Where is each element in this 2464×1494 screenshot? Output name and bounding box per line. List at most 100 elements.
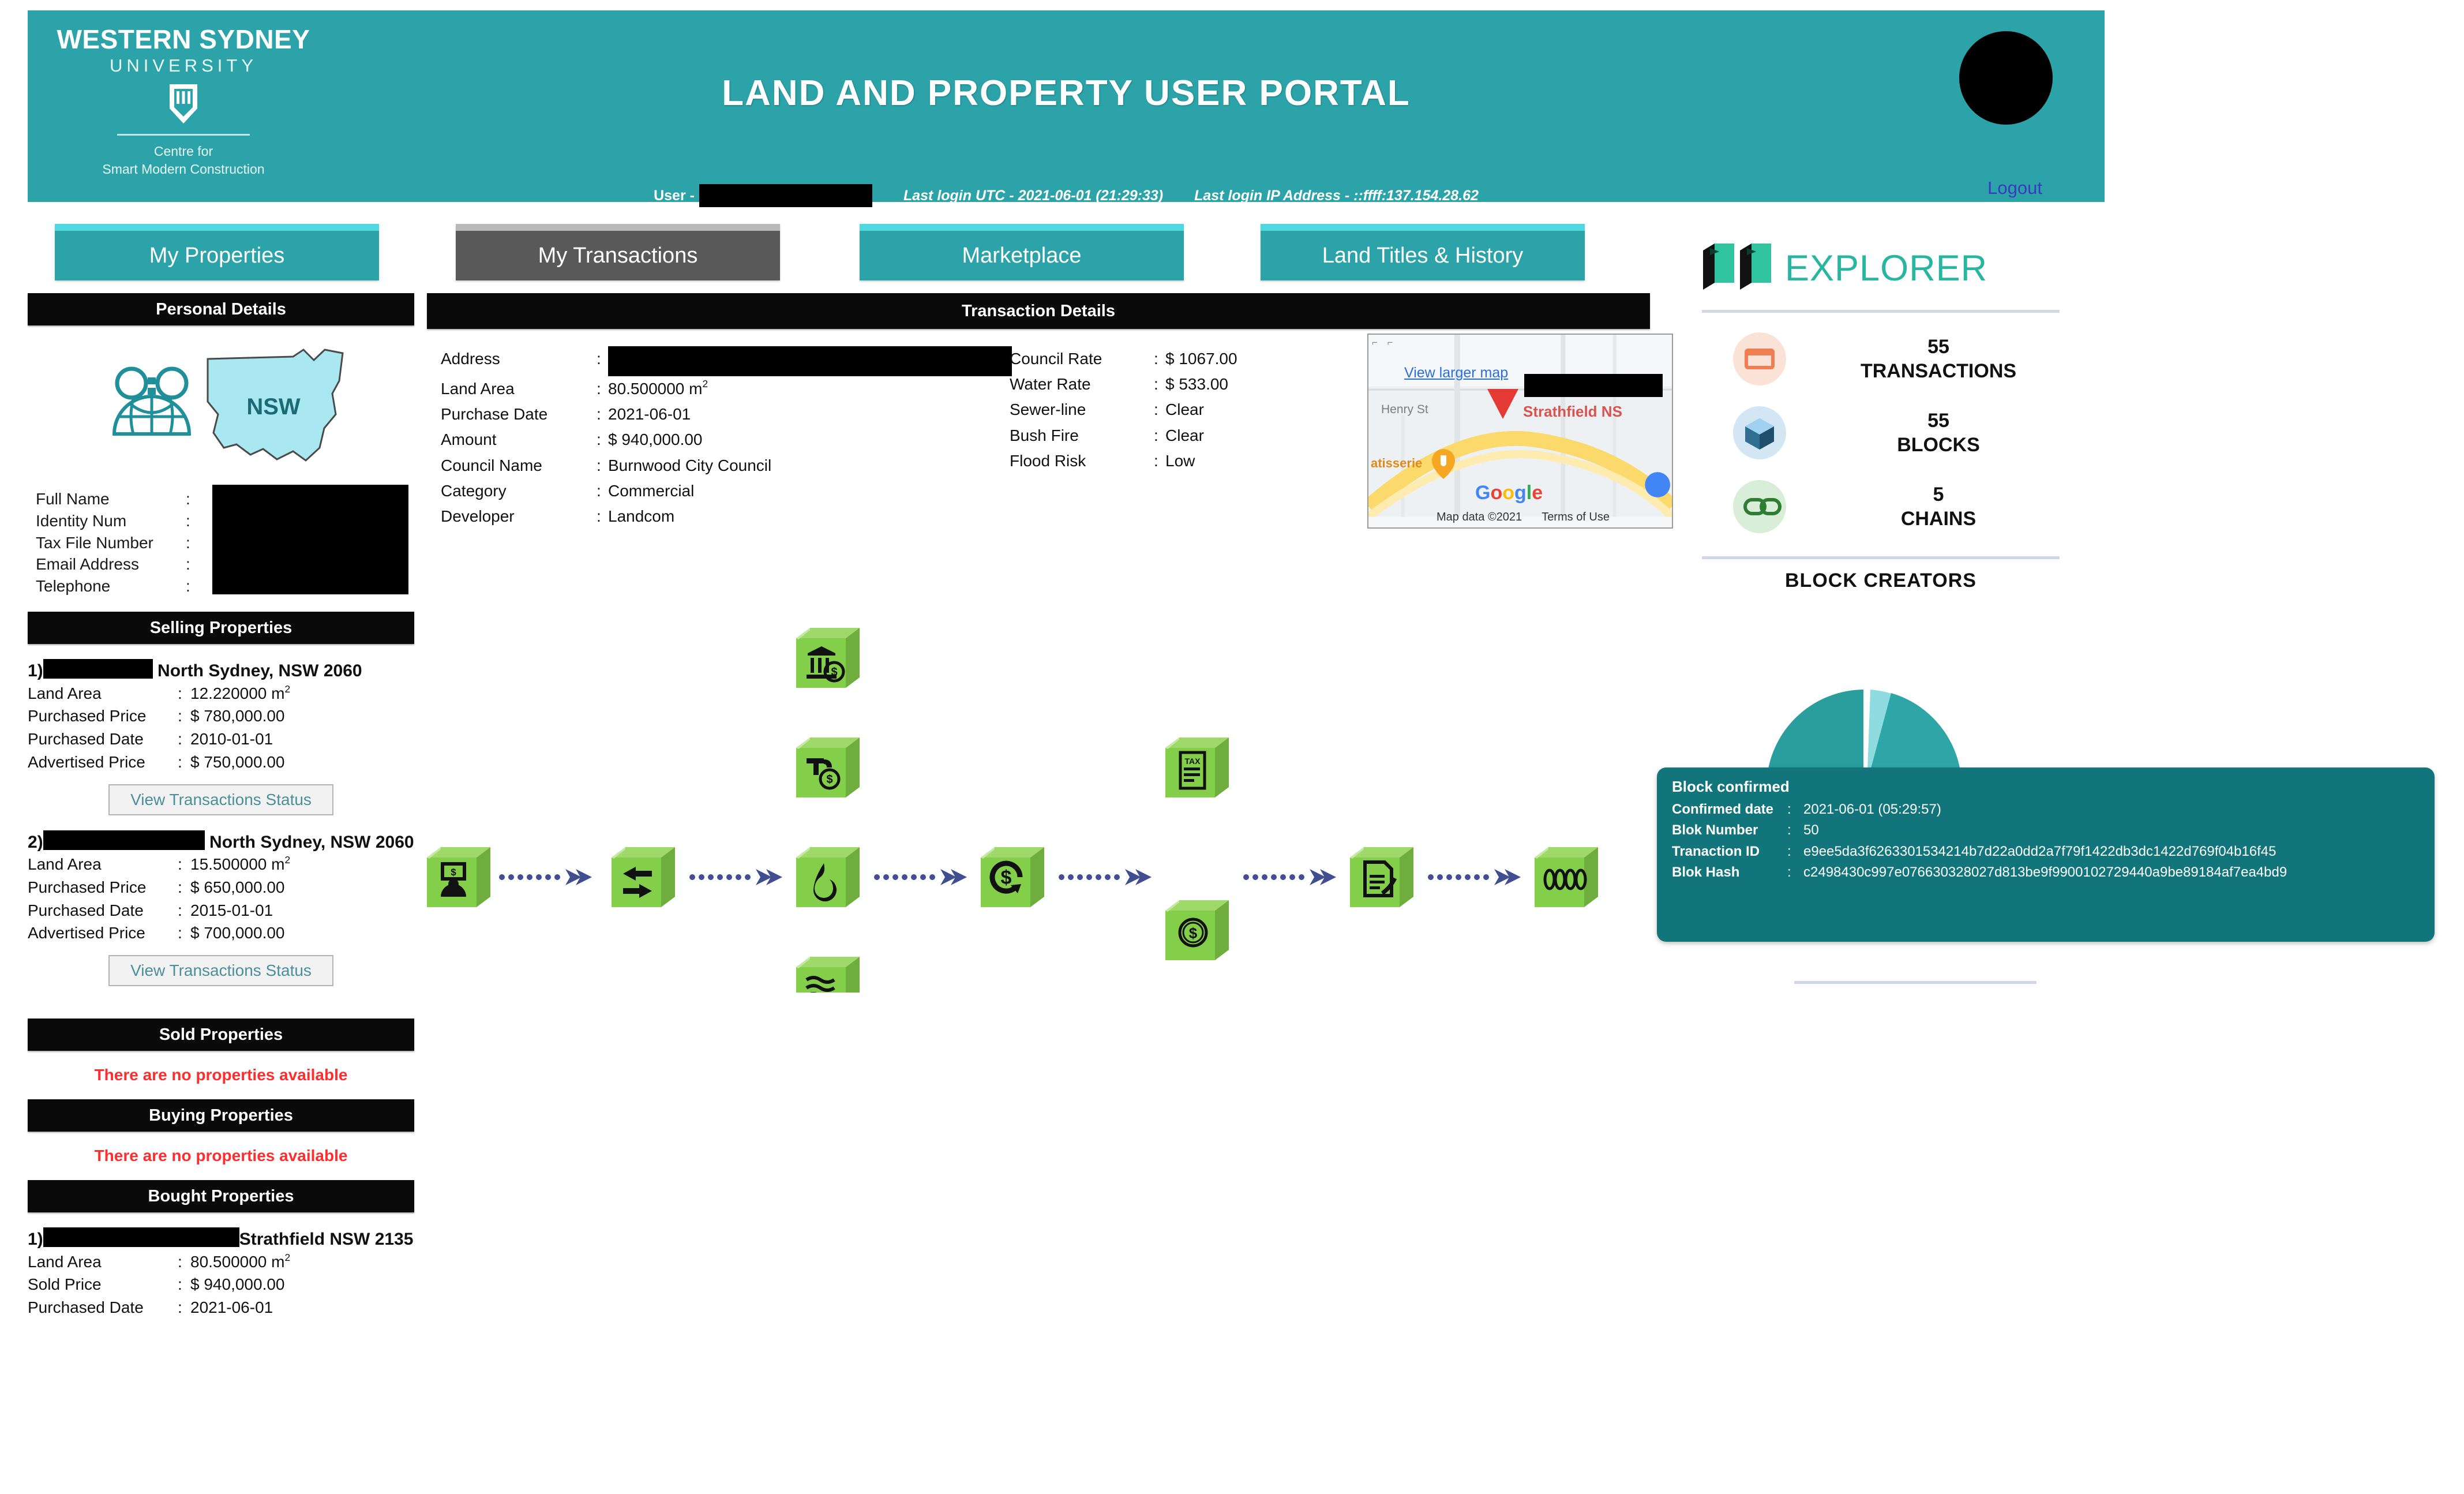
coin-dollar-icon: $ [1178, 918, 1208, 948]
stat-blocks[interactable]: 55 BLOCKS [1702, 396, 2060, 470]
flood-risk-value: Low [1165, 451, 1195, 470]
google-letter: G [1475, 482, 1491, 504]
confirmed-date-label: Confirmed date [1672, 802, 1774, 817]
tx-row-council-name: Council Name: Burnwood City Council [441, 453, 1012, 478]
tx-row-land-area: Land Area: 80.500000 m2 [441, 376, 1012, 402]
property-location-map[interactable]: ⌐ ⌐ View larger map Strathfield NS Henry… [1367, 334, 1673, 529]
tooltip-row-block-number: Blok Number : 50 [1672, 822, 2420, 838]
block-hash-label: Blok Hash [1672, 864, 1740, 880]
bought-row: Land Area: 80.500000 m2 [28, 1250, 414, 1274]
blockchain-explorer-panel: EXPLORER 55 TRANSACTIONS 55 BLOCKS 5 CHA… [1702, 242, 2060, 592]
stat-transactions-count: 55 [1927, 335, 1949, 358]
brand-divider [117, 134, 250, 136]
bought-row: Purchased Date: 2021-06-01 [28, 1296, 414, 1319]
page-title: LAND AND PROPERTY USER PORTAL [28, 73, 2105, 114]
buyer-seller-node[interactable]: $ [427, 847, 490, 907]
purchase-date-label: Purchase Date [441, 405, 548, 424]
block-creators-title: BLOCK CREATORS [1785, 570, 1977, 591]
purchased-date-value: 2010-01-01 [190, 730, 273, 748]
stat-transactions[interactable]: 55 TRANSACTIONS [1702, 322, 2060, 396]
bought-property-address: Strathfield NSW 2135 [239, 1230, 414, 1249]
tax-node[interactable]: TAX [1165, 737, 1229, 797]
amount-value: $ 940,000.00 [608, 430, 703, 449]
view-transactions-status-button[interactable]: View Transactions Status [108, 784, 333, 815]
tooltip-row-confirmed-date: Confirmed date : 2021-06-01 (05:29:57) [1672, 802, 2420, 818]
stamp-duty-node[interactable]: $ [1165, 900, 1229, 960]
bought-property-title: 1) Strathfield NSW 2135 [28, 1227, 414, 1250]
flow-arrow [1059, 869, 1152, 885]
stat-transactions-label: TRANSACTIONS [1860, 360, 2017, 382]
land-area-value: 80.500000 m [608, 380, 703, 398]
buying-properties-empty-message: There are no properties available [94, 1147, 348, 1165]
stat-blocks-label: BLOCKS [1897, 434, 1980, 456]
transaction-id-value: e9ee5da3f6263301534214b7d22a0dd2a7f79f14… [1803, 843, 2277, 859]
svg-text:$: $ [826, 773, 832, 786]
confirmed-date-value: 2021-06-01 (05:29:57) [1803, 802, 1941, 817]
stat-chains[interactable]: 5 CHAINS [1702, 470, 2060, 544]
selling-property-title: 2) North Sydney, NSW 2060 [28, 830, 414, 853]
contract-node[interactable] [1350, 847, 1413, 907]
stat-chains-text: 5 CHAINS [1817, 482, 2060, 531]
bush-fire-node[interactable] [796, 847, 860, 907]
selling-row: Advertised Price: $ 750,000.00 [28, 751, 414, 774]
sold-properties-header: Sold Properties [28, 1019, 414, 1051]
field-email-address: Email Address: [36, 553, 190, 575]
flood-risk-node[interactable] [796, 957, 860, 1017]
block-confirmed-tooltip: Block confirmed Confirmed date : 2021-06… [1657, 767, 2435, 942]
avatar[interactable] [1959, 31, 2053, 125]
selling-property-item: 2) North Sydney, NSW 2060 Land Area: 15.… [28, 830, 414, 986]
blockchain-node[interactable] [1535, 847, 1598, 907]
selling-property-index: 2) [28, 832, 43, 852]
university-brand: WESTERN SYDNEY UNIVERSITY Centre for Sma… [57, 25, 310, 178]
council-rate-node[interactable]: $ [796, 628, 860, 688]
tx-row-developer: Developer: Landcom [441, 504, 1012, 529]
bought-row: Sold Price: $ 940,000.00 [28, 1273, 414, 1296]
address-value-redacted [608, 346, 1012, 376]
tab-marketplace[interactable]: Marketplace [860, 224, 1184, 280]
transfer-node[interactable] [612, 847, 675, 907]
svg-text:$: $ [1189, 924, 1198, 942]
tab-land-titles-history[interactable]: Land Titles & History [1261, 224, 1585, 280]
field-telephone: Telephone: [36, 575, 190, 597]
purchased-date-label: Purchased Date [28, 730, 144, 748]
nsw-state-map-icon: NSW [201, 346, 351, 473]
category-label: Category [441, 481, 507, 500]
tab-my-properties[interactable]: My Properties [55, 224, 379, 280]
selling-row: Advertised Price: $ 700,000.00 [28, 922, 414, 945]
field-identity-num: Identity Num: [36, 510, 190, 532]
advertised-price-label: Advertised Price [28, 924, 145, 942]
last-login-utc: Last login UTC - 2021-06-01 (21:29:33) [903, 187, 1164, 204]
land-property-portal-page: WESTERN SYDNEY UNIVERSITY Centre for Sma… [0, 0, 2464, 1494]
purchased-price-value: $ 780,000.00 [190, 707, 285, 725]
chain-link-icon [1702, 475, 1817, 538]
personal-details-graphics: NSW [28, 339, 414, 484]
sold-properties-empty-message: There are no properties available [94, 1066, 348, 1084]
personal-details-labels: Full Name: Identity Num: Tax File Number… [36, 488, 190, 597]
selling-properties-header: Selling Properties [28, 612, 414, 644]
map-zoom-ticks: ⌐ ⌐ [1372, 337, 1397, 348]
payment-node[interactable]: $ [981, 847, 1044, 907]
app-header: WESTERN SYDNEY UNIVERSITY Centre for Sma… [28, 10, 2105, 207]
tooltip-row-block-hash: Blok Hash : c2498430c997e076630328027d81… [1672, 864, 2420, 881]
stat-transactions-text: 55 TRANSACTIONS [1817, 335, 2060, 384]
tab-my-transactions[interactable]: My Transactions [456, 224, 780, 280]
tax-file-number-label: Tax File Number [36, 533, 153, 552]
land-area-value: 80.500000 m [190, 1252, 285, 1271]
land-area-label: Land Area [28, 684, 102, 702]
bought-property-index: 1) [28, 1230, 43, 1249]
tooltip-row-transaction-id: Tranaction ID : e9ee5da3f6263301534214b7… [1672, 844, 2420, 860]
view-larger-map-link[interactable]: View larger map [1404, 365, 1508, 381]
left-sidebar: Personal Details NSW Full Name: Identit… [28, 293, 414, 1319]
map-terms-link[interactable]: Terms of Use [1542, 511, 1610, 524]
map-poi-pin-icon [1431, 448, 1456, 483]
selling-row: Land Area: 15.500000 m2 [28, 853, 414, 876]
selling-property-index: 1) [28, 661, 43, 680]
tx-row-bush-fire: Bush Fire: Clear [1010, 423, 1237, 448]
google-letter: g [1514, 482, 1527, 504]
land-area-label: Land Area [28, 855, 102, 873]
water-rate-node[interactable]: $ [796, 737, 860, 797]
logout-link[interactable]: Logout [1987, 178, 2042, 199]
explorer-stats-list: 55 TRANSACTIONS 55 BLOCKS 5 CHAINS [1702, 316, 2060, 548]
transaction-details-header: Transaction Details [427, 293, 1650, 329]
view-transactions-status-button[interactable]: View Transactions Status [108, 955, 333, 986]
